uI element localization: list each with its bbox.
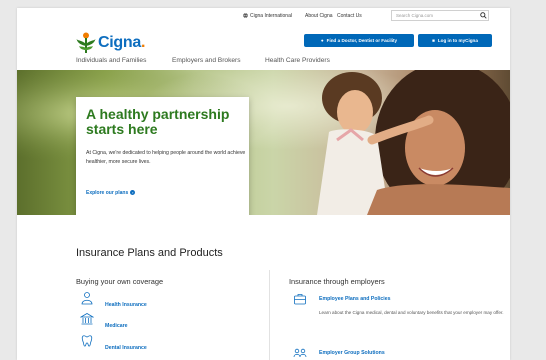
brand-wordmark: Cigna [98,34,141,51]
utility-link-about-cigna[interactable]: About Cigna [305,13,333,19]
left-column-title: Buying your own coverage [76,277,164,286]
nav-item-employers[interactable]: Employers and Brokers [172,57,241,64]
briefcase-icon [294,294,306,305]
product-employer-group[interactable]: Employer Group Solutions [319,350,385,356]
cigna-tree-logo [76,32,96,53]
product-health-insurance[interactable]: Health Insurance [105,302,147,308]
group-people-icon [293,348,307,358]
lock-icon: ■ [432,38,435,43]
tooth-icon [81,335,93,347]
hero-card: A healthy partnership starts here At Cig… [76,97,249,215]
product-employee-plans[interactable]: Employee Plans and Policies [319,296,391,302]
find-doctor-label: Find a Doctor, Dentist or Facility [326,38,398,43]
find-doctor-button[interactable]: ● Find a Doctor, Dentist or Facility [304,34,414,47]
login-button[interactable]: ■ Log in to myCigna [418,34,492,47]
utility-link-contact-us[interactable]: Contact Us [337,13,362,19]
column-divider [269,270,270,360]
hero-text: At Cigna, we're dedicated to helping peo… [86,150,246,165]
right-column-title: Insurance through employers [289,277,385,286]
hero-banner: A healthy partnership starts here At Cig… [17,70,510,215]
location-pin-icon: ● [320,38,324,43]
health-person-icon [81,292,93,305]
hero-title: A healthy partnership starts here [86,106,230,137]
login-label: Log in to myCigna [437,38,478,43]
medicare-building-icon [80,313,94,325]
browser-page: Cigna International About Cigna Contact … [17,8,510,360]
products-title: Insurance Plans and Products [76,247,223,259]
utility-bar: Cigna International About Cigna Contact … [17,8,510,24]
utility-link-cigna-international[interactable]: Cigna International [250,13,292,19]
product-medicare[interactable]: Medicare [105,323,128,329]
globe-icon [243,13,248,18]
employee-plans-description: Learn about the Cigna medical, dental an… [319,310,504,315]
explore-plans-label: Explore our plans [86,190,129,196]
product-dental-insurance[interactable]: Dental Insurance [105,345,147,351]
nav-item-providers[interactable]: Health Care Providers [265,57,330,64]
search-icon[interactable] [480,12,487,19]
arrow-right-icon: › [130,190,136,195]
nav-item-individuals[interactable]: Individuals and Families [76,57,146,64]
search-input[interactable]: Search Cigna.com [391,10,489,21]
explore-plans-link[interactable]: Explore our plans › [86,190,136,196]
